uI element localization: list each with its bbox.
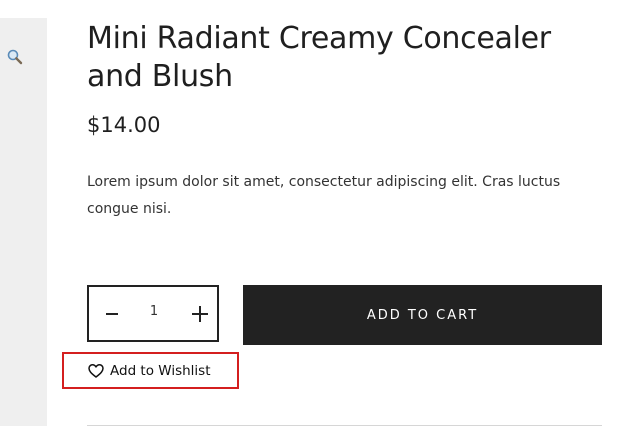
product-price: $14.00 [87,113,161,137]
product-page: Mini Radiant Creamy Concealer and Blush … [0,0,639,426]
product-title: Mini Radiant Creamy Concealer and Blush [87,21,551,94]
product-summary: Mini Radiant Creamy Concealer and Blush … [87,20,607,223]
plus-icon[interactable] [185,299,215,329]
add-to-wishlist-button[interactable]: Add to Wishlist [62,352,239,389]
product-description: Lorem ipsum dolor sit amet, consectetur … [87,174,561,217]
magnifier-icon[interactable] [6,48,24,66]
wishlist-label: Add to Wishlist [110,362,211,379]
minus-icon[interactable] [97,299,127,329]
product-gallery[interactable] [0,18,47,426]
add-to-cart-form: 1 ADD TO CART [87,285,602,345]
heart-icon [88,363,104,379]
add-to-cart-button[interactable]: ADD TO CART [243,285,602,345]
quantity-stepper: 1 [87,285,219,342]
quantity-input[interactable]: 1 [139,304,169,319]
